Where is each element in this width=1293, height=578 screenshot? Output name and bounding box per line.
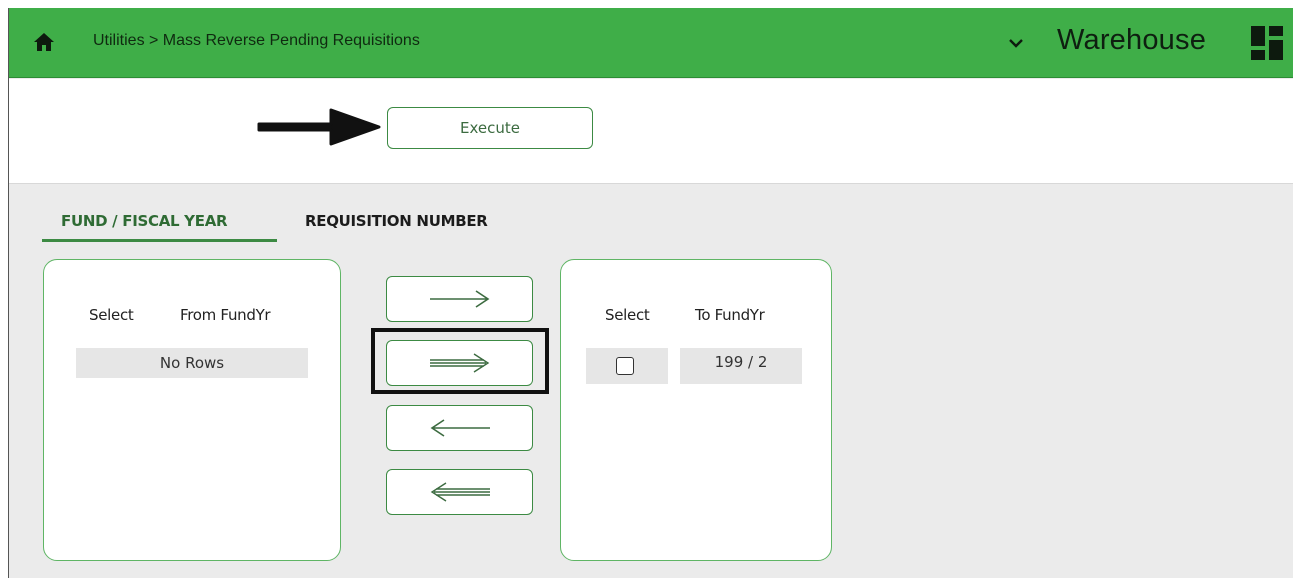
from-fundyr-header: From FundYr (180, 306, 271, 324)
row-select-checkbox[interactable] (616, 357, 634, 375)
empty-list-message: No Rows (76, 348, 308, 378)
home-icon[interactable] (33, 32, 55, 52)
table-row-fundyr: 199 / 2 (680, 348, 802, 384)
table-row-select-cell (586, 348, 668, 384)
execute-button[interactable]: Execute (387, 107, 593, 149)
active-tab-indicator (42, 239, 277, 242)
toolbar-area: Execute (9, 79, 1293, 184)
app-title: Warehouse (1057, 24, 1207, 56)
top-bar: Utilities > Mass Reverse Pending Requisi… (9, 8, 1293, 78)
move-selected-right-icon (429, 290, 489, 308)
to-list-panel: Select To FundYr 199 / 2 (560, 259, 832, 561)
app-window: Utilities > Mass Reverse Pending Requisi… (8, 8, 1293, 578)
arrow-right-icon (257, 108, 381, 146)
move-selected-left-icon (430, 419, 490, 437)
chevron-down-icon[interactable] (1007, 36, 1025, 50)
move-all-left-icon (430, 482, 490, 502)
grid-icon[interactable] (1251, 26, 1287, 60)
move-selected-left-button[interactable] (386, 405, 533, 451)
breadcrumb[interactable]: Utilities > Mass Reverse Pending Requisi… (93, 32, 420, 50)
to-select-header: Select (605, 306, 650, 324)
tab-fund-fiscal-year[interactable]: FUND / FISCAL YEAR (61, 212, 228, 230)
to-fundyr-header: To FundYr (695, 306, 765, 324)
move-all-right-icon (429, 353, 489, 373)
from-list-panel: Select From FundYr No Rows (43, 259, 341, 561)
move-all-right-button[interactable] (386, 340, 533, 386)
move-selected-right-button[interactable] (386, 276, 533, 322)
from-select-header: Select (89, 306, 134, 324)
move-all-left-button[interactable] (386, 469, 533, 515)
tab-requisition-number[interactable]: REQUISITION NUMBER (305, 212, 488, 230)
